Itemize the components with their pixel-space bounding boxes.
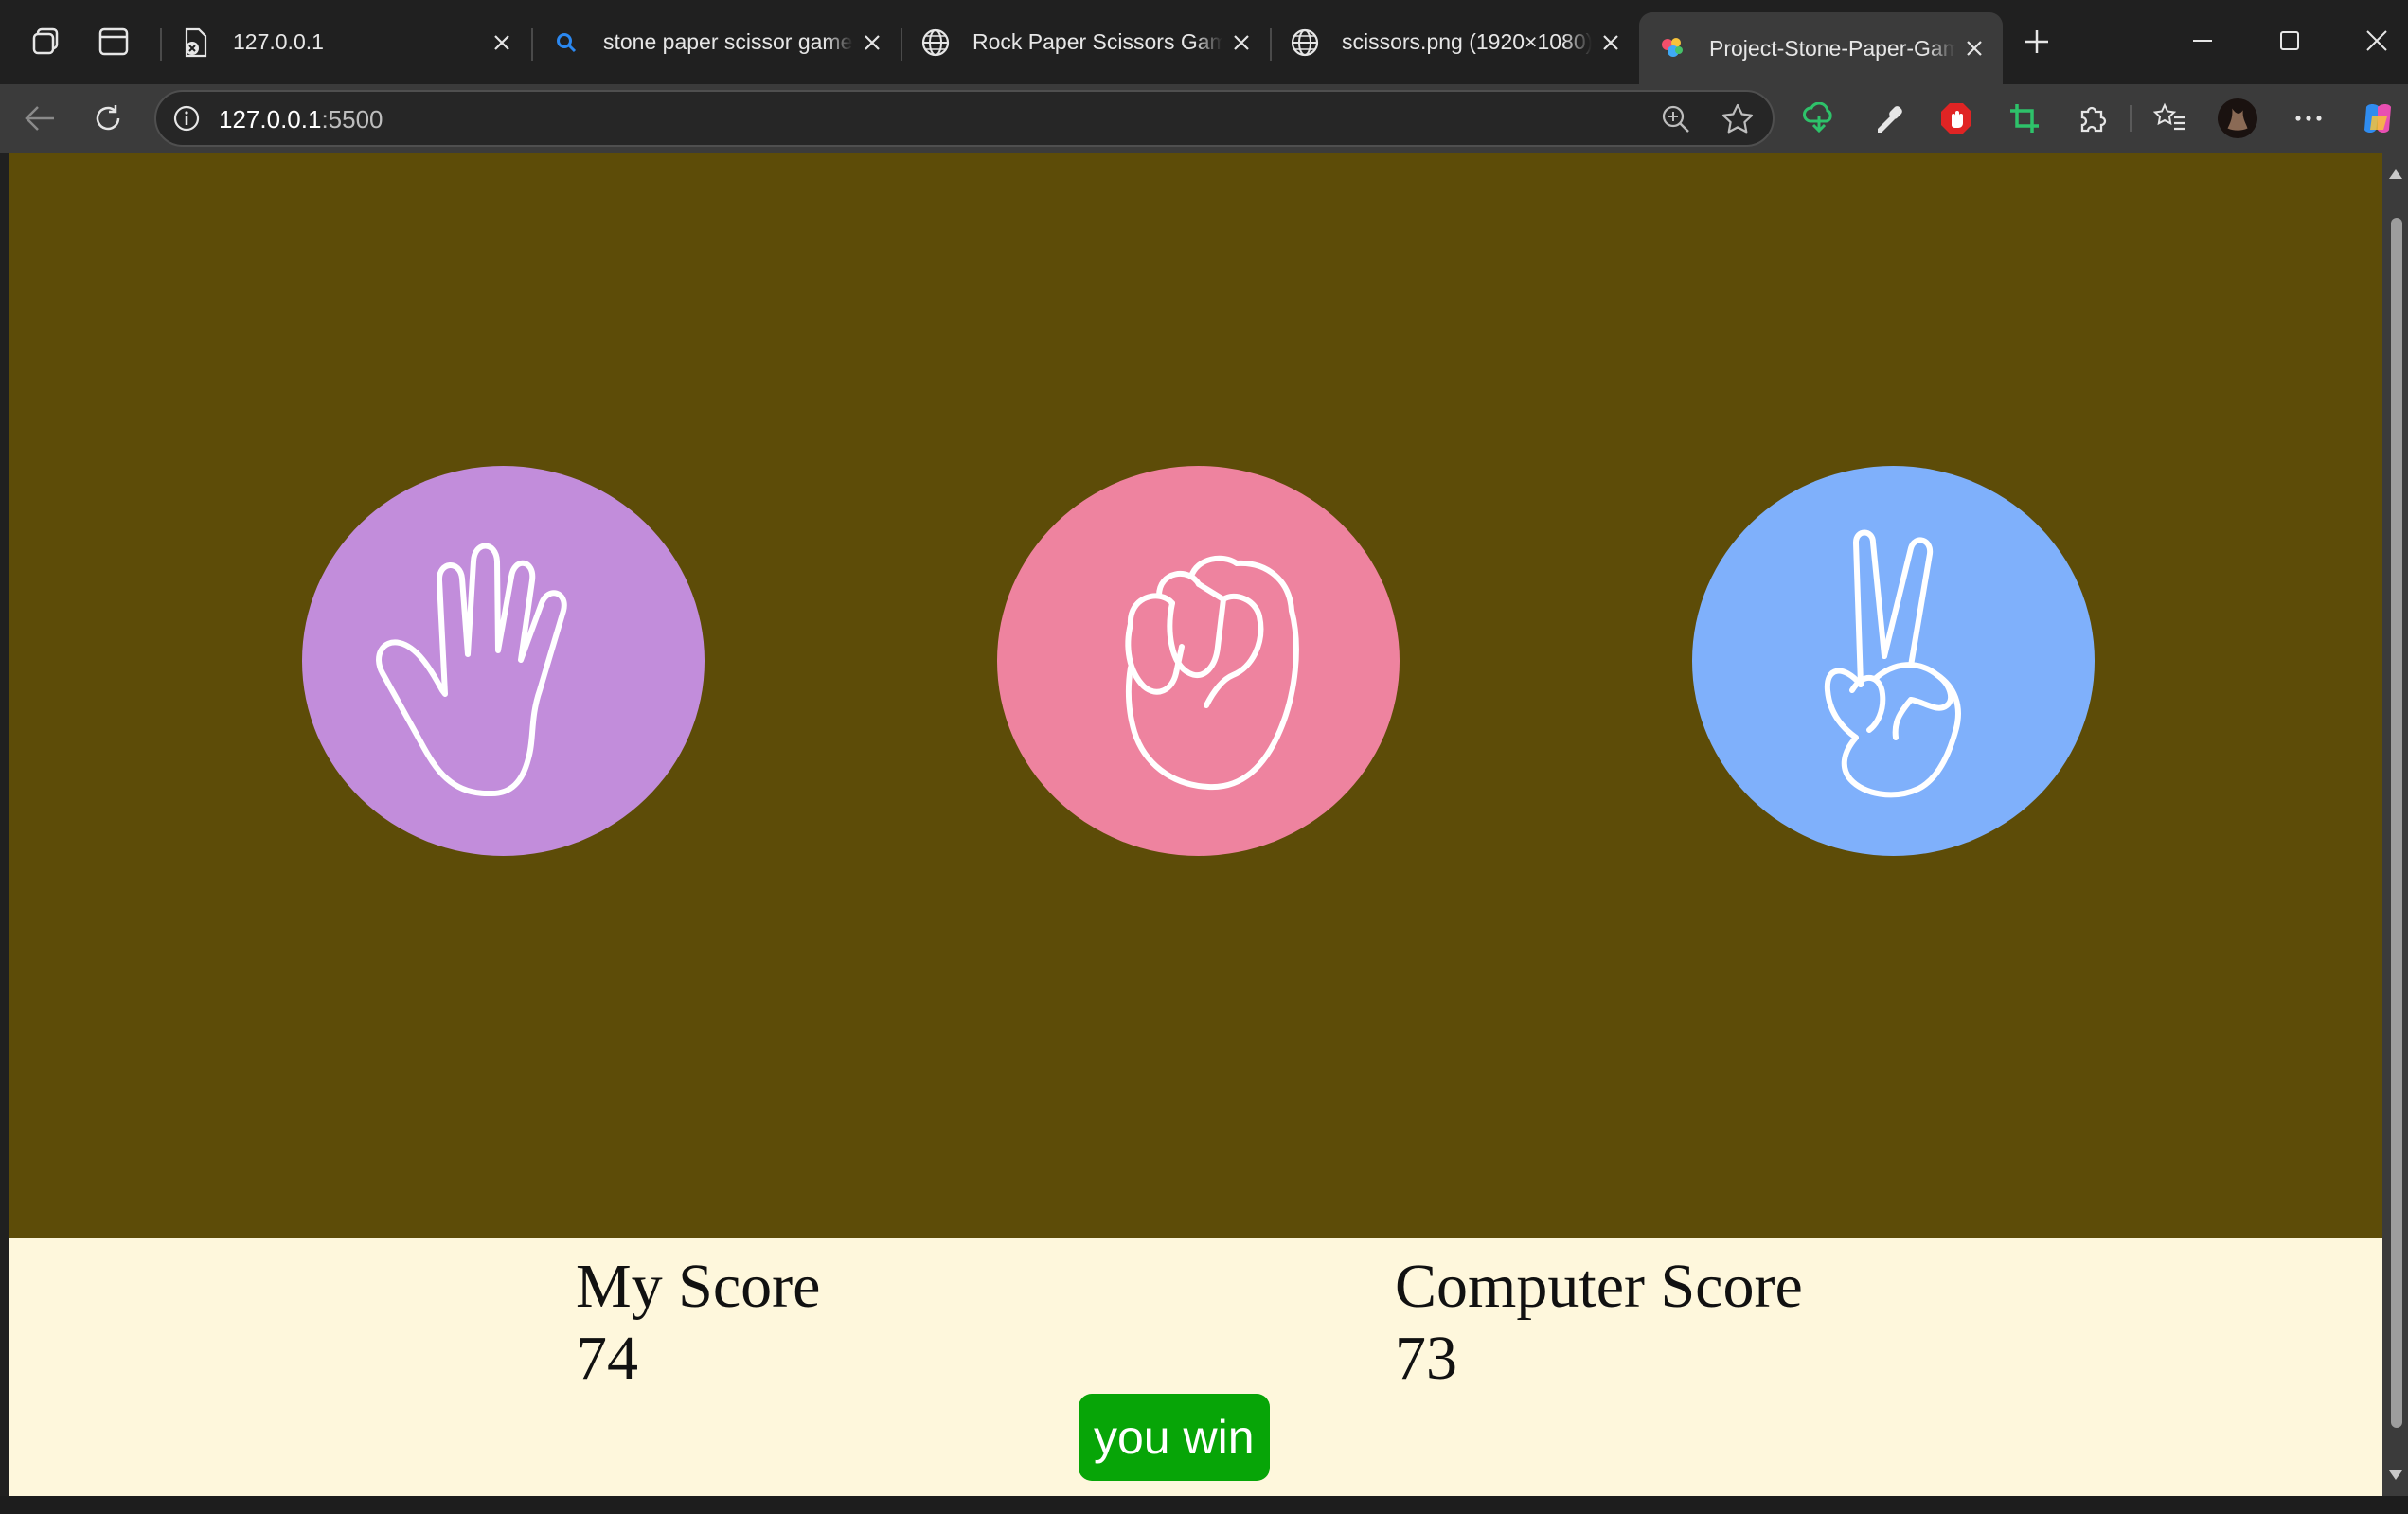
fist-icon [1124, 555, 1299, 791]
search-icon [550, 27, 582, 59]
maximize-icon[interactable] [2261, 17, 2318, 64]
close-icon[interactable] [1597, 29, 1624, 56]
tab-title: scissors.png (1920×1080) [1342, 29, 1592, 55]
tab-title: stone paper scissor game [603, 29, 853, 55]
scroll-up-arrow-icon[interactable] [2388, 169, 2403, 180]
my-score-value: 74 [576, 1324, 638, 1393]
close-icon[interactable] [859, 29, 885, 56]
my-score-label: My Score [576, 1252, 821, 1321]
tab-127-0-0-1[interactable]: 127.0.0.1 [163, 12, 530, 72]
colorful-logo-icon [1656, 32, 1688, 64]
eyedropper-extension-icon[interactable] [1867, 98, 1909, 139]
favorites-list-icon[interactable] [2149, 98, 2191, 139]
copilot-icon[interactable] [2357, 98, 2399, 139]
tab-project-stone-paper[interactable]: Project-Stone-Paper-Game [1639, 12, 2003, 84]
close-icon[interactable] [1961, 35, 1988, 62]
address-bar[interactable]: 127.0.0.1:5500 [154, 90, 1775, 147]
back-arrow-icon[interactable] [19, 98, 61, 139]
url-text[interactable]: 127.0.0.1:5500 [219, 105, 383, 134]
tab-title: Project-Stone-Paper-Game [1709, 35, 1955, 62]
scroll-down-arrow-icon[interactable] [2388, 1469, 2403, 1481]
toolbar-divider [2130, 105, 2132, 132]
tab-title: Rock Paper Scissors Game [972, 29, 1222, 55]
rock-choice[interactable] [997, 466, 1400, 856]
tab-actions-icon[interactable] [95, 23, 133, 61]
globe-icon [919, 27, 952, 59]
os-taskbar-strip [0, 1496, 2408, 1514]
crop-extension-icon[interactable] [2004, 98, 2045, 139]
cloud-sync-extension-icon[interactable] [1798, 98, 1840, 139]
workspaces-icon[interactable] [27, 23, 64, 61]
page-content: My Score 74 Computer Score 73 you win [9, 153, 2382, 1496]
file-error-icon [180, 27, 212, 59]
url-host: 127.0.0.1 [219, 105, 322, 134]
peace-hand-icon [1824, 529, 1961, 798]
page-scrollbar[interactable] [2382, 153, 2408, 1496]
computer-score-label: Computer Score [1395, 1252, 1803, 1321]
profile-avatar[interactable] [2217, 98, 2258, 139]
scissors-choice[interactable] [1692, 466, 2095, 856]
tab-title: 127.0.0.1 [233, 29, 483, 55]
tab-scissors-png[interactable]: scissors.png (1920×1080) [1272, 12, 1639, 72]
extensions-puzzle-icon[interactable] [2072, 98, 2114, 139]
minimize-icon[interactable] [2174, 17, 2231, 64]
url-port: :5500 [321, 105, 383, 134]
paper-choice[interactable] [302, 466, 705, 856]
site-info-icon[interactable] [171, 103, 202, 137]
new-tab-icon[interactable] [2018, 23, 2056, 61]
close-icon[interactable] [489, 29, 515, 56]
more-options-icon[interactable] [2288, 98, 2329, 139]
scroll-thumb[interactable] [2391, 218, 2402, 1428]
tab-separator [160, 28, 162, 61]
window-close-icon[interactable] [2348, 17, 2405, 64]
result-message: you win [1079, 1394, 1270, 1481]
favorite-star-icon[interactable] [1721, 102, 1755, 140]
browser-toolbar: 127.0.0.1:5500 [0, 84, 2408, 153]
zoom-icon[interactable] [1660, 103, 1692, 139]
open-hand-icon [375, 543, 567, 797]
close-icon[interactable] [1228, 29, 1255, 56]
computer-score-value: 73 [1395, 1324, 1457, 1393]
globe-icon [1289, 27, 1321, 59]
tab-rock-paper-scissors[interactable]: Rock Paper Scissors Game [902, 12, 1270, 72]
adblock-extension-icon[interactable] [1935, 98, 1977, 139]
tab-strip: 127.0.0.1 stone paper scissor game Rock … [0, 0, 2408, 84]
tab-stone-paper-search[interactable]: stone paper scissor game [533, 12, 901, 72]
reload-icon[interactable] [87, 98, 129, 139]
